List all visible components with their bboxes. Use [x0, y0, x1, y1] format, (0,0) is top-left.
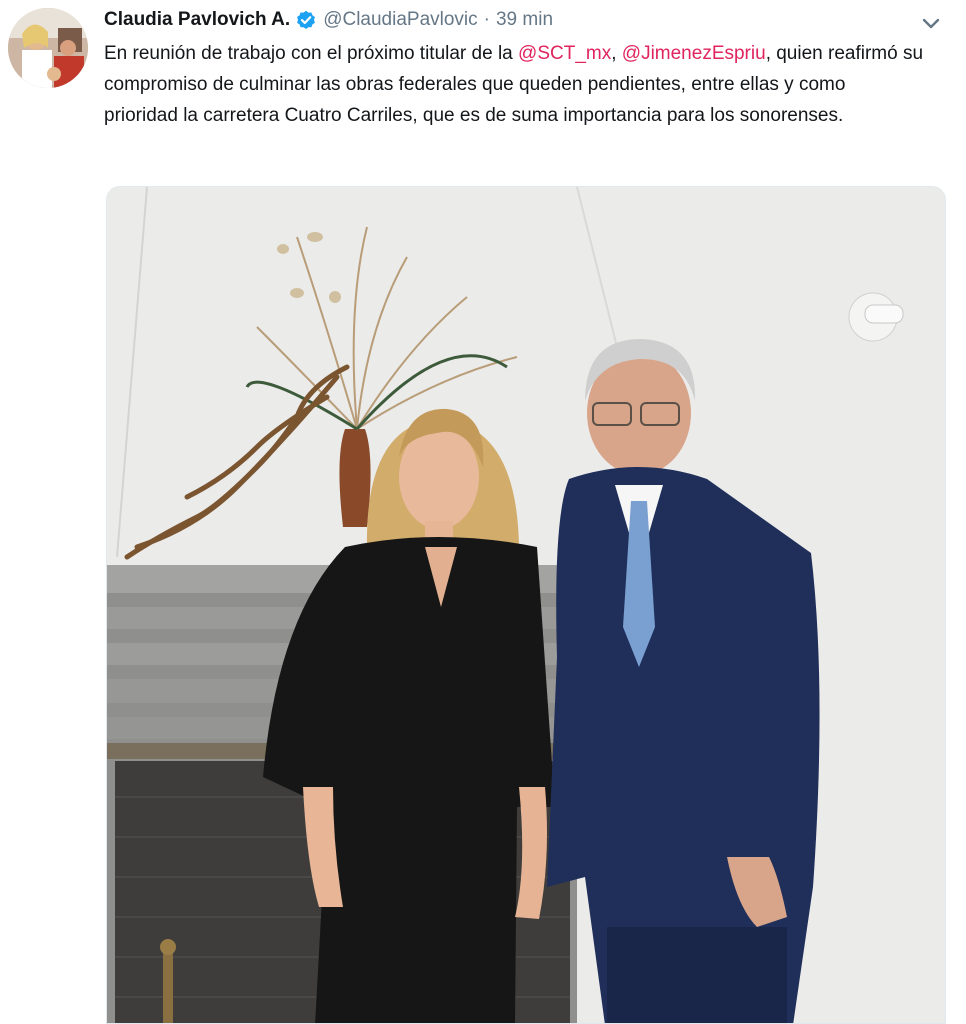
chevron-down-icon[interactable]: [920, 12, 942, 34]
tweet: Claudia Pavlovich A. @ClaudiaPavlovic · …: [0, 0, 966, 1024]
avatar[interactable]: [8, 8, 88, 88]
tweet-photo[interactable]: [106, 186, 946, 1024]
tweet-header: Claudia Pavlovich A. @ClaudiaPavlovic · …: [104, 6, 553, 34]
separator-dot: ·: [483, 9, 490, 30]
mention-link[interactable]: @JimenezEspriu: [622, 43, 766, 64]
display-name[interactable]: Claudia Pavlovich A.: [104, 9, 290, 31]
tweet-text-part: ,: [611, 43, 622, 64]
photo-illustration: [107, 187, 945, 1023]
verified-badge-icon: [296, 10, 316, 30]
timestamp[interactable]: 39 min: [496, 9, 553, 31]
mention-link[interactable]: @SCT_mx: [518, 43, 611, 64]
tweet-text-part: En reunión de trabajo con el próximo tit…: [104, 43, 519, 64]
handle[interactable]: @ClaudiaPavlovic: [323, 9, 477, 31]
tweet-text: En reunión de trabajo con el próximo tit…: [104, 38, 924, 131]
